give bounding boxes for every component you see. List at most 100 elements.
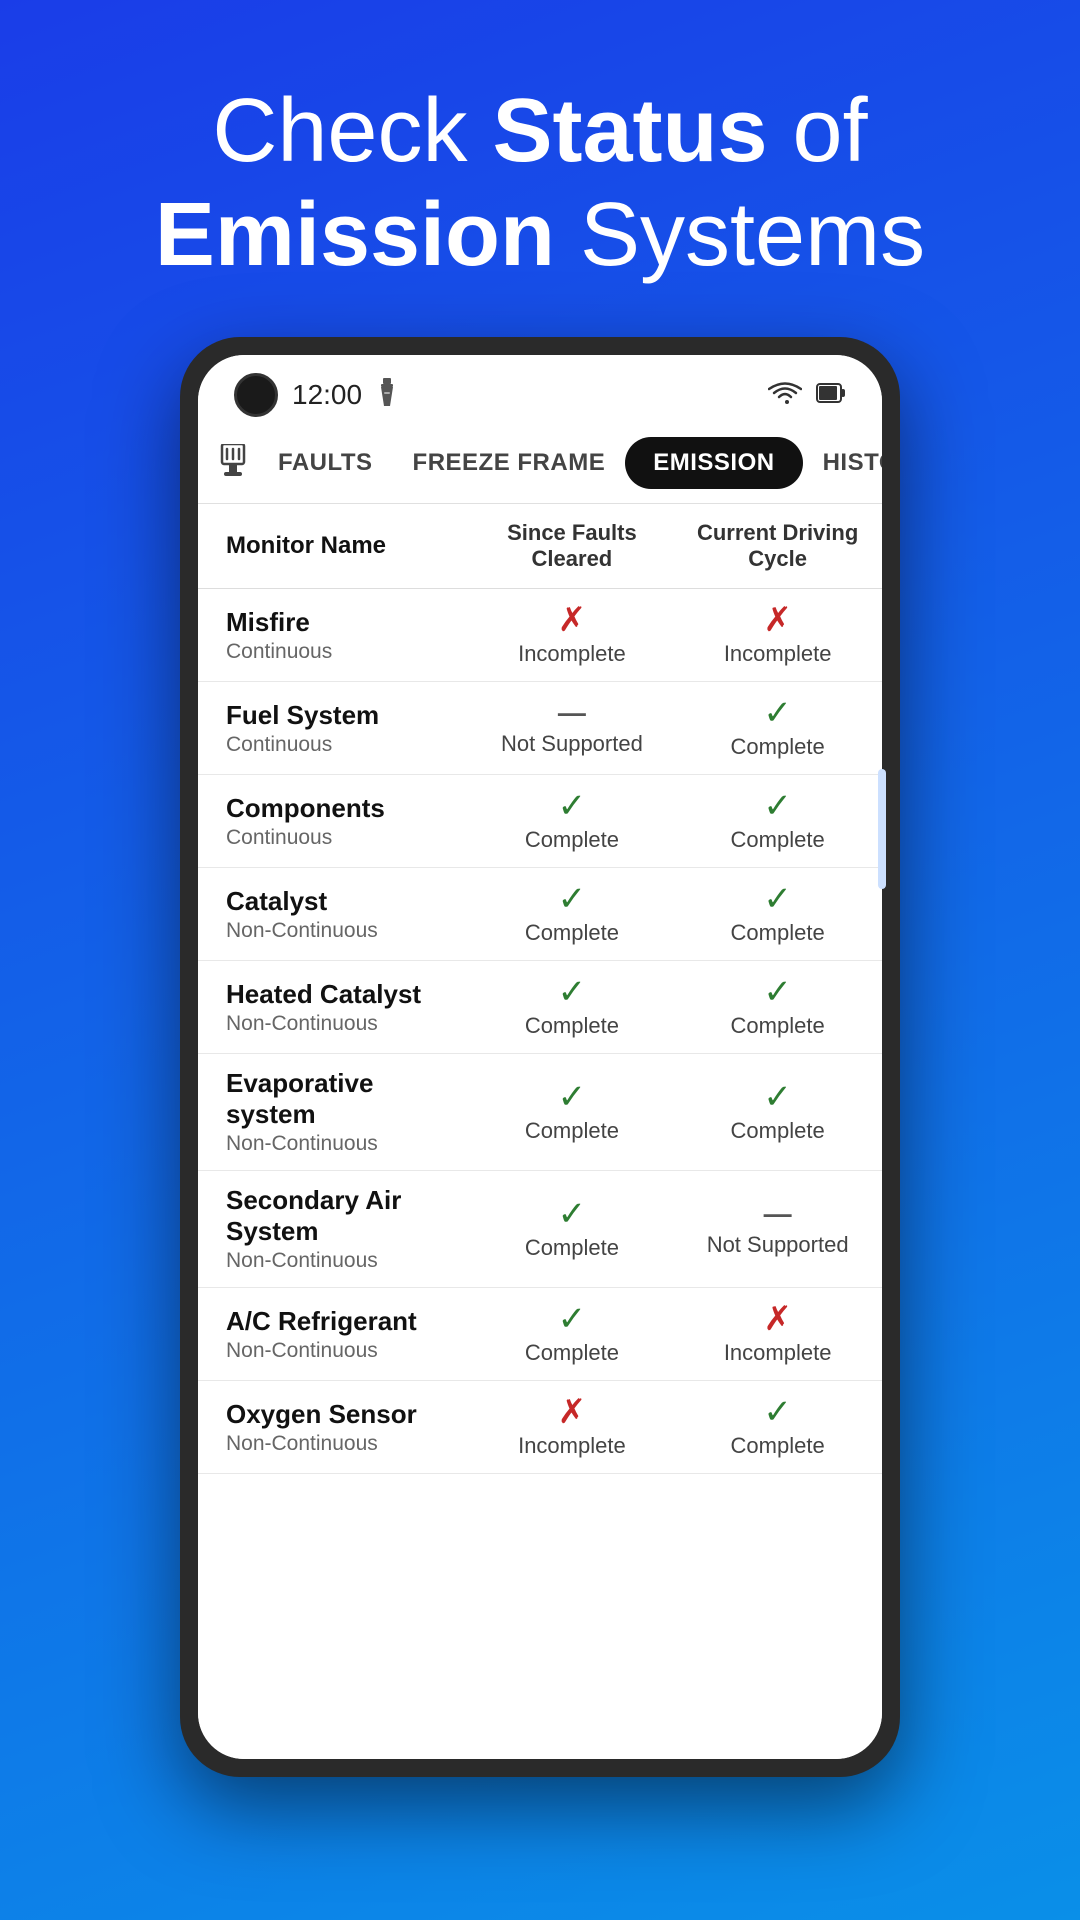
monitor-name-text: Oxygen Sensor bbox=[226, 1399, 457, 1430]
current-cycle-text: Complete bbox=[731, 734, 825, 760]
current-cycle-status: ✗ Incomplete bbox=[687, 1302, 868, 1366]
table-row: Oxygen Sensor Non-Continuous ✗ Incomplet… bbox=[198, 1381, 882, 1474]
monitor-type-text: Non-Continuous bbox=[226, 1132, 457, 1156]
monitor-name-cell: Fuel System Continuous bbox=[198, 682, 471, 775]
since-faults-icon: — bbox=[558, 699, 586, 727]
since-faults-cell: ✓ Complete bbox=[471, 961, 674, 1054]
since-faults-cell: ✓ Complete bbox=[471, 1171, 674, 1288]
since-faults-cell: ✓ Complete bbox=[471, 1288, 674, 1381]
time-display: 12:00 bbox=[292, 379, 362, 411]
since-faults-status: ✓ Complete bbox=[485, 1197, 660, 1261]
current-cycle-cell: ✓ Complete bbox=[673, 682, 882, 775]
monitor-type-text: Continuous bbox=[226, 826, 457, 850]
monitor-name-cell: Heated Catalyst Non-Continuous bbox=[198, 961, 471, 1054]
col-monitor-name: Monitor Name bbox=[198, 504, 471, 589]
monitor-type-text: Non-Continuous bbox=[226, 1012, 457, 1036]
hero-section: Check Status ofEmission Systems bbox=[0, 0, 1080, 327]
nav-obd-icon bbox=[218, 444, 248, 483]
current-cycle-icon: — bbox=[764, 1200, 792, 1228]
phone-wrapper: 12:00 bbox=[0, 327, 1080, 1777]
since-faults-cell: ✓ Complete bbox=[471, 868, 674, 961]
monitor-type-text: Continuous bbox=[226, 733, 457, 757]
current-cycle-text: Incomplete bbox=[724, 641, 832, 667]
nav-tabs: Faults Freeze Frame Emission History bbox=[198, 427, 882, 504]
table-row: Misfire Continuous ✗ Incomplete ✗ Incomp… bbox=[198, 589, 882, 682]
since-faults-cell: ✗ Incomplete bbox=[471, 589, 674, 682]
phone-screen: 12:00 bbox=[198, 355, 882, 1759]
since-faults-text: Complete bbox=[525, 827, 619, 853]
current-cycle-status: ✓ Complete bbox=[687, 1080, 868, 1144]
table-row: Components Continuous ✓ Complete ✓ Compl… bbox=[198, 775, 882, 868]
tab-faults[interactable]: Faults bbox=[258, 437, 393, 489]
since-faults-cell: — Not Supported bbox=[471, 682, 674, 775]
current-cycle-cell: ✗ Incomplete bbox=[673, 589, 882, 682]
since-faults-status: ✓ Complete bbox=[485, 882, 660, 946]
current-cycle-text: Incomplete bbox=[724, 1340, 832, 1366]
since-faults-text: Complete bbox=[525, 1013, 619, 1039]
current-cycle-icon: ✗ bbox=[763, 1302, 792, 1336]
current-cycle-icon: ✓ bbox=[763, 789, 792, 823]
monitor-name-cell: Oxygen Sensor Non-Continuous bbox=[198, 1381, 471, 1474]
since-faults-icon: ✗ bbox=[558, 1395, 587, 1429]
emission-table: Monitor Name Since Faults Cleared Curren… bbox=[198, 504, 882, 1474]
flashlight-icon bbox=[376, 378, 398, 413]
camera-dot bbox=[234, 373, 278, 417]
monitor-name-text: A/C Refrigerant bbox=[226, 1306, 457, 1337]
monitor-name-text: Catalyst bbox=[226, 886, 457, 917]
current-cycle-status: ✓ Complete bbox=[687, 696, 868, 760]
since-faults-text: Incomplete bbox=[518, 641, 626, 667]
since-faults-icon: ✗ bbox=[558, 603, 587, 637]
wifi-icon bbox=[768, 380, 802, 411]
current-cycle-status: ✓ Complete bbox=[687, 975, 868, 1039]
status-icons-right bbox=[768, 380, 846, 411]
current-cycle-text: Complete bbox=[731, 1433, 825, 1459]
tab-history[interactable]: History bbox=[803, 437, 882, 489]
since-faults-status: ✓ Complete bbox=[485, 789, 660, 853]
monitor-type-text: Continuous bbox=[226, 640, 457, 664]
tab-freeze-frame[interactable]: Freeze Frame bbox=[393, 437, 626, 489]
hero-bold-emission: Emission bbox=[155, 185, 555, 285]
monitor-name-text: Fuel System bbox=[226, 700, 457, 731]
since-faults-status: ✓ Complete bbox=[485, 1302, 660, 1366]
since-faults-text: Complete bbox=[525, 920, 619, 946]
monitor-type-text: Non-Continuous bbox=[226, 1339, 457, 1363]
monitor-name-cell: Evaporative system Non-Continuous bbox=[198, 1054, 471, 1171]
current-cycle-text: Complete bbox=[731, 920, 825, 946]
current-cycle-status: — Not Supported bbox=[687, 1200, 868, 1258]
current-cycle-status: ✗ Incomplete bbox=[687, 603, 868, 667]
emission-table-container: Monitor Name Since Faults Cleared Curren… bbox=[198, 504, 882, 1759]
col-since-faults: Since Faults Cleared bbox=[471, 504, 674, 589]
monitor-name-cell: Catalyst Non-Continuous bbox=[198, 868, 471, 961]
scrollbar[interactable] bbox=[878, 769, 886, 889]
monitor-type-text: Non-Continuous bbox=[226, 1249, 457, 1273]
since-faults-icon: ✓ bbox=[558, 1197, 587, 1231]
since-faults-text: Complete bbox=[525, 1118, 619, 1144]
current-cycle-cell: ✓ Complete bbox=[673, 1381, 882, 1474]
since-faults-icon: ✓ bbox=[558, 882, 587, 916]
table-row: Evaporative system Non-Continuous ✓ Comp… bbox=[198, 1054, 882, 1171]
col-current-cycle: Current Driving Cycle bbox=[673, 504, 882, 589]
tab-emission[interactable]: Emission bbox=[625, 437, 802, 489]
current-cycle-cell: ✓ Complete bbox=[673, 1054, 882, 1171]
current-cycle-text: Complete bbox=[731, 827, 825, 853]
since-faults-status: ✓ Complete bbox=[485, 975, 660, 1039]
current-cycle-icon: ✓ bbox=[763, 1395, 792, 1429]
current-cycle-cell: — Not Supported bbox=[673, 1171, 882, 1288]
current-cycle-text: Complete bbox=[731, 1013, 825, 1039]
since-faults-icon: ✓ bbox=[558, 789, 587, 823]
table-row: Secondary Air System Non-Continuous ✓ Co… bbox=[198, 1171, 882, 1288]
monitor-name-cell: Components Continuous bbox=[198, 775, 471, 868]
status-bar-left: 12:00 bbox=[234, 373, 398, 417]
monitor-type-text: Non-Continuous bbox=[226, 1432, 457, 1456]
table-row: Catalyst Non-Continuous ✓ Complete ✓ Com… bbox=[198, 868, 882, 961]
since-faults-cell: ✓ Complete bbox=[471, 1054, 674, 1171]
table-row: Heated Catalyst Non-Continuous ✓ Complet… bbox=[198, 961, 882, 1054]
current-cycle-cell: ✗ Incomplete bbox=[673, 1288, 882, 1381]
current-cycle-cell: ✓ Complete bbox=[673, 961, 882, 1054]
current-cycle-text: Complete bbox=[731, 1118, 825, 1144]
table-row: A/C Refrigerant Non-Continuous ✓ Complet… bbox=[198, 1288, 882, 1381]
current-cycle-status: ✓ Complete bbox=[687, 789, 868, 853]
current-cycle-text: Not Supported bbox=[707, 1232, 849, 1258]
since-faults-status: ✗ Incomplete bbox=[485, 603, 660, 667]
monitor-type-text: Non-Continuous bbox=[226, 919, 457, 943]
